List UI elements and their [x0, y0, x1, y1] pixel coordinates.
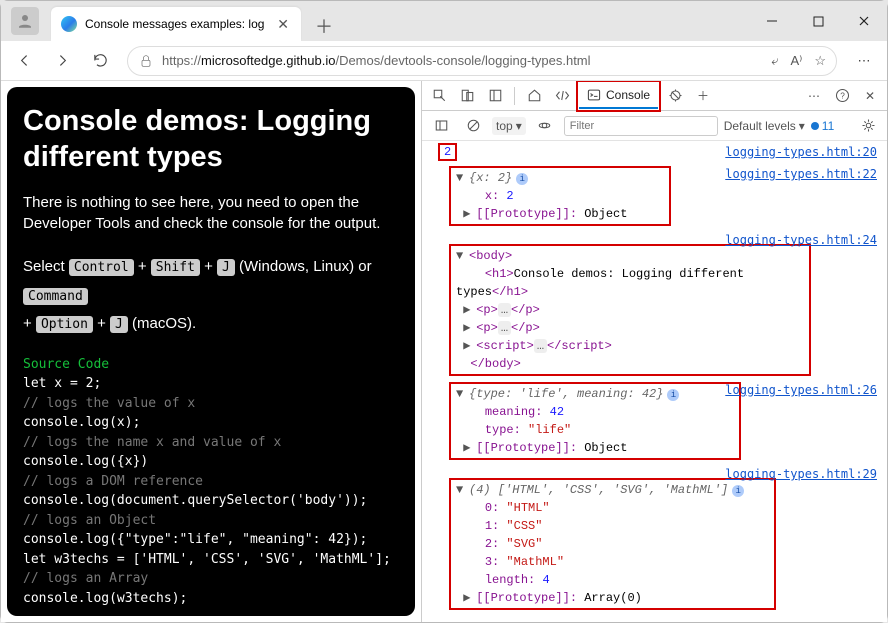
console-icon [587, 88, 601, 102]
tab-strip: Console messages examples: log ✕ ＋ [1, 1, 887, 41]
devtools-menu-button[interactable]: ⋯ [801, 83, 827, 109]
source-link[interactable]: logging-types.html:22 [725, 165, 877, 183]
source-code-block: Source Code let x = 2; // logs the value… [23, 355, 399, 609]
info-icon[interactable]: i [516, 173, 528, 185]
issues-icon[interactable] [662, 83, 688, 109]
clear-console-icon[interactable] [460, 113, 486, 139]
elements-icon[interactable] [549, 83, 575, 109]
log-levels-selector[interactable]: Default levels ▾ [724, 119, 805, 133]
console-row: logging-types.html:26 ▼{type: 'life', me… [422, 379, 887, 463]
source-link[interactable]: logging-types.html:29 [725, 465, 877, 483]
url-actions: ⤶ A⁾ ☆ [771, 53, 826, 69]
expand-icon[interactable]: ▶ [463, 205, 472, 223]
minimize-button[interactable] [749, 1, 795, 41]
new-tab-button[interactable]: ＋ [309, 11, 339, 41]
inspect-icon[interactable] [426, 83, 452, 109]
refresh-button[interactable] [83, 45, 117, 77]
welcome-icon[interactable] [521, 83, 547, 109]
console-tab-label: Console [606, 88, 650, 102]
maximize-button[interactable] [795, 1, 841, 41]
info-icon[interactable]: i [667, 389, 679, 401]
expand-icon[interactable]: ▼ [456, 481, 465, 499]
console-toolbar: top ▾ Default levels ▾ 11 [422, 111, 887, 141]
console-row: logging-types.html:22 ▼{x: 2}i x: 2 ▶[[P… [422, 163, 887, 229]
expand-icon[interactable]: ▶ [463, 319, 472, 337]
console-row: logging-types.html:29 ▼(4) ['HTML', 'CSS… [422, 463, 887, 613]
device-icon[interactable] [454, 83, 480, 109]
kbd-j: J [217, 259, 235, 276]
kbd-j2: J [110, 316, 128, 333]
svg-text:?: ? [840, 92, 845, 101]
lock-icon [138, 53, 154, 69]
page-viewport: Console demos: Logging different types T… [1, 81, 421, 622]
address-bar[interactable]: https://microsoftedge.github.io/Demos/de… [127, 46, 837, 76]
kbd-option: Option [36, 316, 93, 333]
devtools-tabbar: Console ＋ ⋯ ? ✕ [422, 81, 887, 111]
log-value: 2 [444, 145, 451, 159]
app-menu-button[interactable]: ⋯ [847, 45, 881, 77]
page-body: Console demos: Logging different types T… [7, 87, 415, 616]
source-link[interactable]: logging-types.html:26 [725, 381, 877, 399]
info-icon[interactable]: i [732, 485, 744, 497]
console-settings-icon[interactable] [855, 113, 881, 139]
toolbar: https://microsoftedge.github.io/Demos/de… [1, 41, 887, 81]
issues-badge[interactable]: 11 [811, 119, 834, 133]
expand-icon[interactable]: ▼ [456, 385, 465, 403]
tab-title: Console messages examples: log [85, 17, 267, 31]
expand-icon[interactable]: ▶ [463, 337, 472, 355]
devtools-close-button[interactable]: ✕ [857, 83, 883, 109]
browser-tab[interactable]: Console messages examples: log ✕ [51, 7, 301, 41]
source-heading: Source Code [23, 355, 399, 375]
expand-icon[interactable]: ▼ [456, 247, 465, 265]
source-link[interactable]: logging-types.html:24 [725, 231, 877, 249]
expand-icon[interactable]: ▶ [463, 439, 472, 457]
kbd-control: Control [69, 259, 134, 276]
page-description: There is nothing to see here, you need t… [23, 192, 399, 236]
filter-input[interactable] [564, 116, 718, 136]
live-expression-icon[interactable] [532, 113, 558, 139]
sidebar-toggle-icon[interactable] [428, 113, 454, 139]
enter-icon[interactable]: ⤶ [771, 53, 778, 69]
console-row: logging-types.html:24 ▼<body> <h1>Consol… [422, 229, 887, 379]
edge-favicon-icon [61, 16, 77, 32]
console-row: logging-types.html:20 2 [422, 141, 887, 163]
read-aloud-icon[interactable]: A⁾ [790, 53, 802, 69]
content-area: Console demos: Logging different types T… [1, 81, 887, 622]
help-icon[interactable]: ? [829, 83, 855, 109]
console-output[interactable]: logging-types.html:20 2 logging-types.ht… [422, 141, 887, 622]
close-window-button[interactable] [841, 1, 887, 41]
context-selector[interactable]: top ▾ [492, 117, 526, 135]
tab-console[interactable]: Console [579, 83, 658, 109]
dock-icon[interactable] [482, 83, 508, 109]
forward-button[interactable] [45, 45, 79, 77]
favorite-icon[interactable]: ☆ [814, 53, 826, 69]
devtools-panel: Console ＋ ⋯ ? ✕ top ▾ Default levels ▾ 1… [421, 81, 887, 622]
expand-icon[interactable]: ▶ [463, 589, 472, 607]
profile-button[interactable] [11, 7, 39, 35]
tab-close-button[interactable]: ✕ [275, 14, 291, 35]
more-tabs-button[interactable]: ＋ [690, 83, 716, 109]
page-title: Console demos: Logging different types [23, 103, 399, 176]
browser-window: Console messages examples: log ✕ ＋ https… [1, 1, 887, 622]
expand-icon[interactable]: ▶ [463, 301, 472, 319]
kbd-command: Command [23, 288, 88, 305]
page-instructions: Select Control + Shift + J (Windows, Lin… [23, 253, 399, 339]
window-controls [749, 1, 887, 41]
expand-icon[interactable]: ▼ [456, 169, 465, 187]
kbd-shift: Shift [151, 259, 200, 276]
source-link[interactable]: logging-types.html:20 [725, 143, 877, 161]
back-button[interactable] [7, 45, 41, 77]
